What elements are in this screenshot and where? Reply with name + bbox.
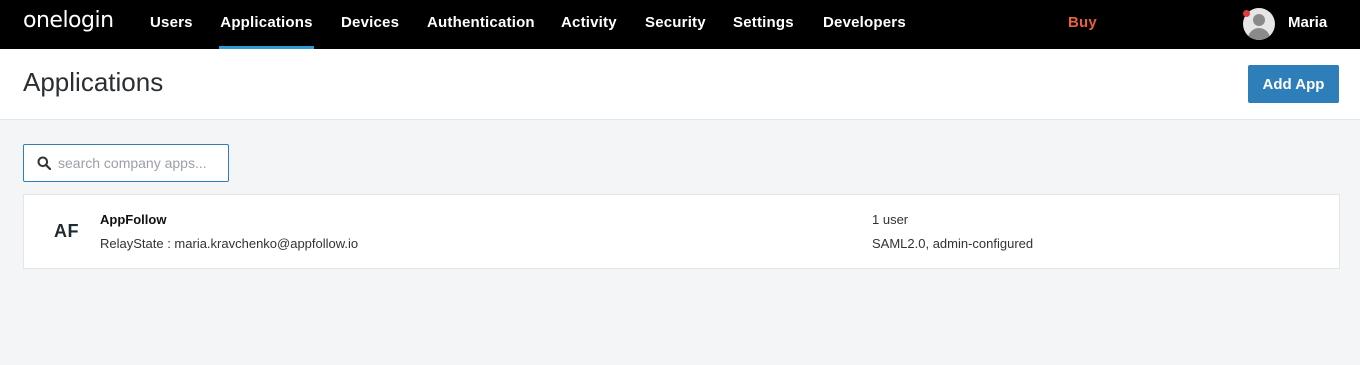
page-title: Applications <box>23 67 164 97</box>
avatar-head-shape <box>1253 14 1265 26</box>
app-connector-type: SAML2.0, admin-configured <box>872 236 1034 251</box>
app-icon-abbreviation: AF <box>54 221 79 241</box>
app-list-item[interactable]: AF AppFollow RelayState : maria.kravchen… <box>23 194 1340 269</box>
nav-item-authentication[interactable]: Authentication <box>427 0 535 49</box>
avatar-shoulders-shape <box>1248 28 1270 40</box>
app-relay-state: RelayState : maria.kravchenko@appfollow.… <box>100 236 359 251</box>
nav-item-developers[interactable]: Developers <box>823 0 906 49</box>
notification-dot-icon <box>1243 10 1250 17</box>
nav-item-applications[interactable]: Applications <box>219 0 314 49</box>
app-name: AppFollow <box>100 212 167 227</box>
onelogin-logo[interactable]: onelogin <box>23 8 114 33</box>
user-menu-name[interactable]: Maria <box>1288 0 1327 46</box>
nav-item-devices[interactable]: Devices <box>341 0 399 49</box>
search-icon <box>37 156 51 170</box>
add-app-button[interactable]: Add App <box>1248 65 1339 103</box>
nav-item-users[interactable]: Users <box>150 0 193 49</box>
page-header: Applications Add App <box>0 49 1360 120</box>
search-box[interactable] <box>23 144 229 182</box>
nav-item-settings[interactable]: Settings <box>733 0 794 49</box>
top-navigation-bar: onelogin Users Applications Devices Auth… <box>0 0 1360 49</box>
buy-link[interactable]: Buy <box>1068 0 1097 49</box>
app-user-count: 1 user <box>872 212 909 227</box>
nav-item-security[interactable]: Security <box>645 0 706 49</box>
search-input[interactable] <box>58 145 223 181</box>
nav-item-activity[interactable]: Activity <box>561 0 617 49</box>
